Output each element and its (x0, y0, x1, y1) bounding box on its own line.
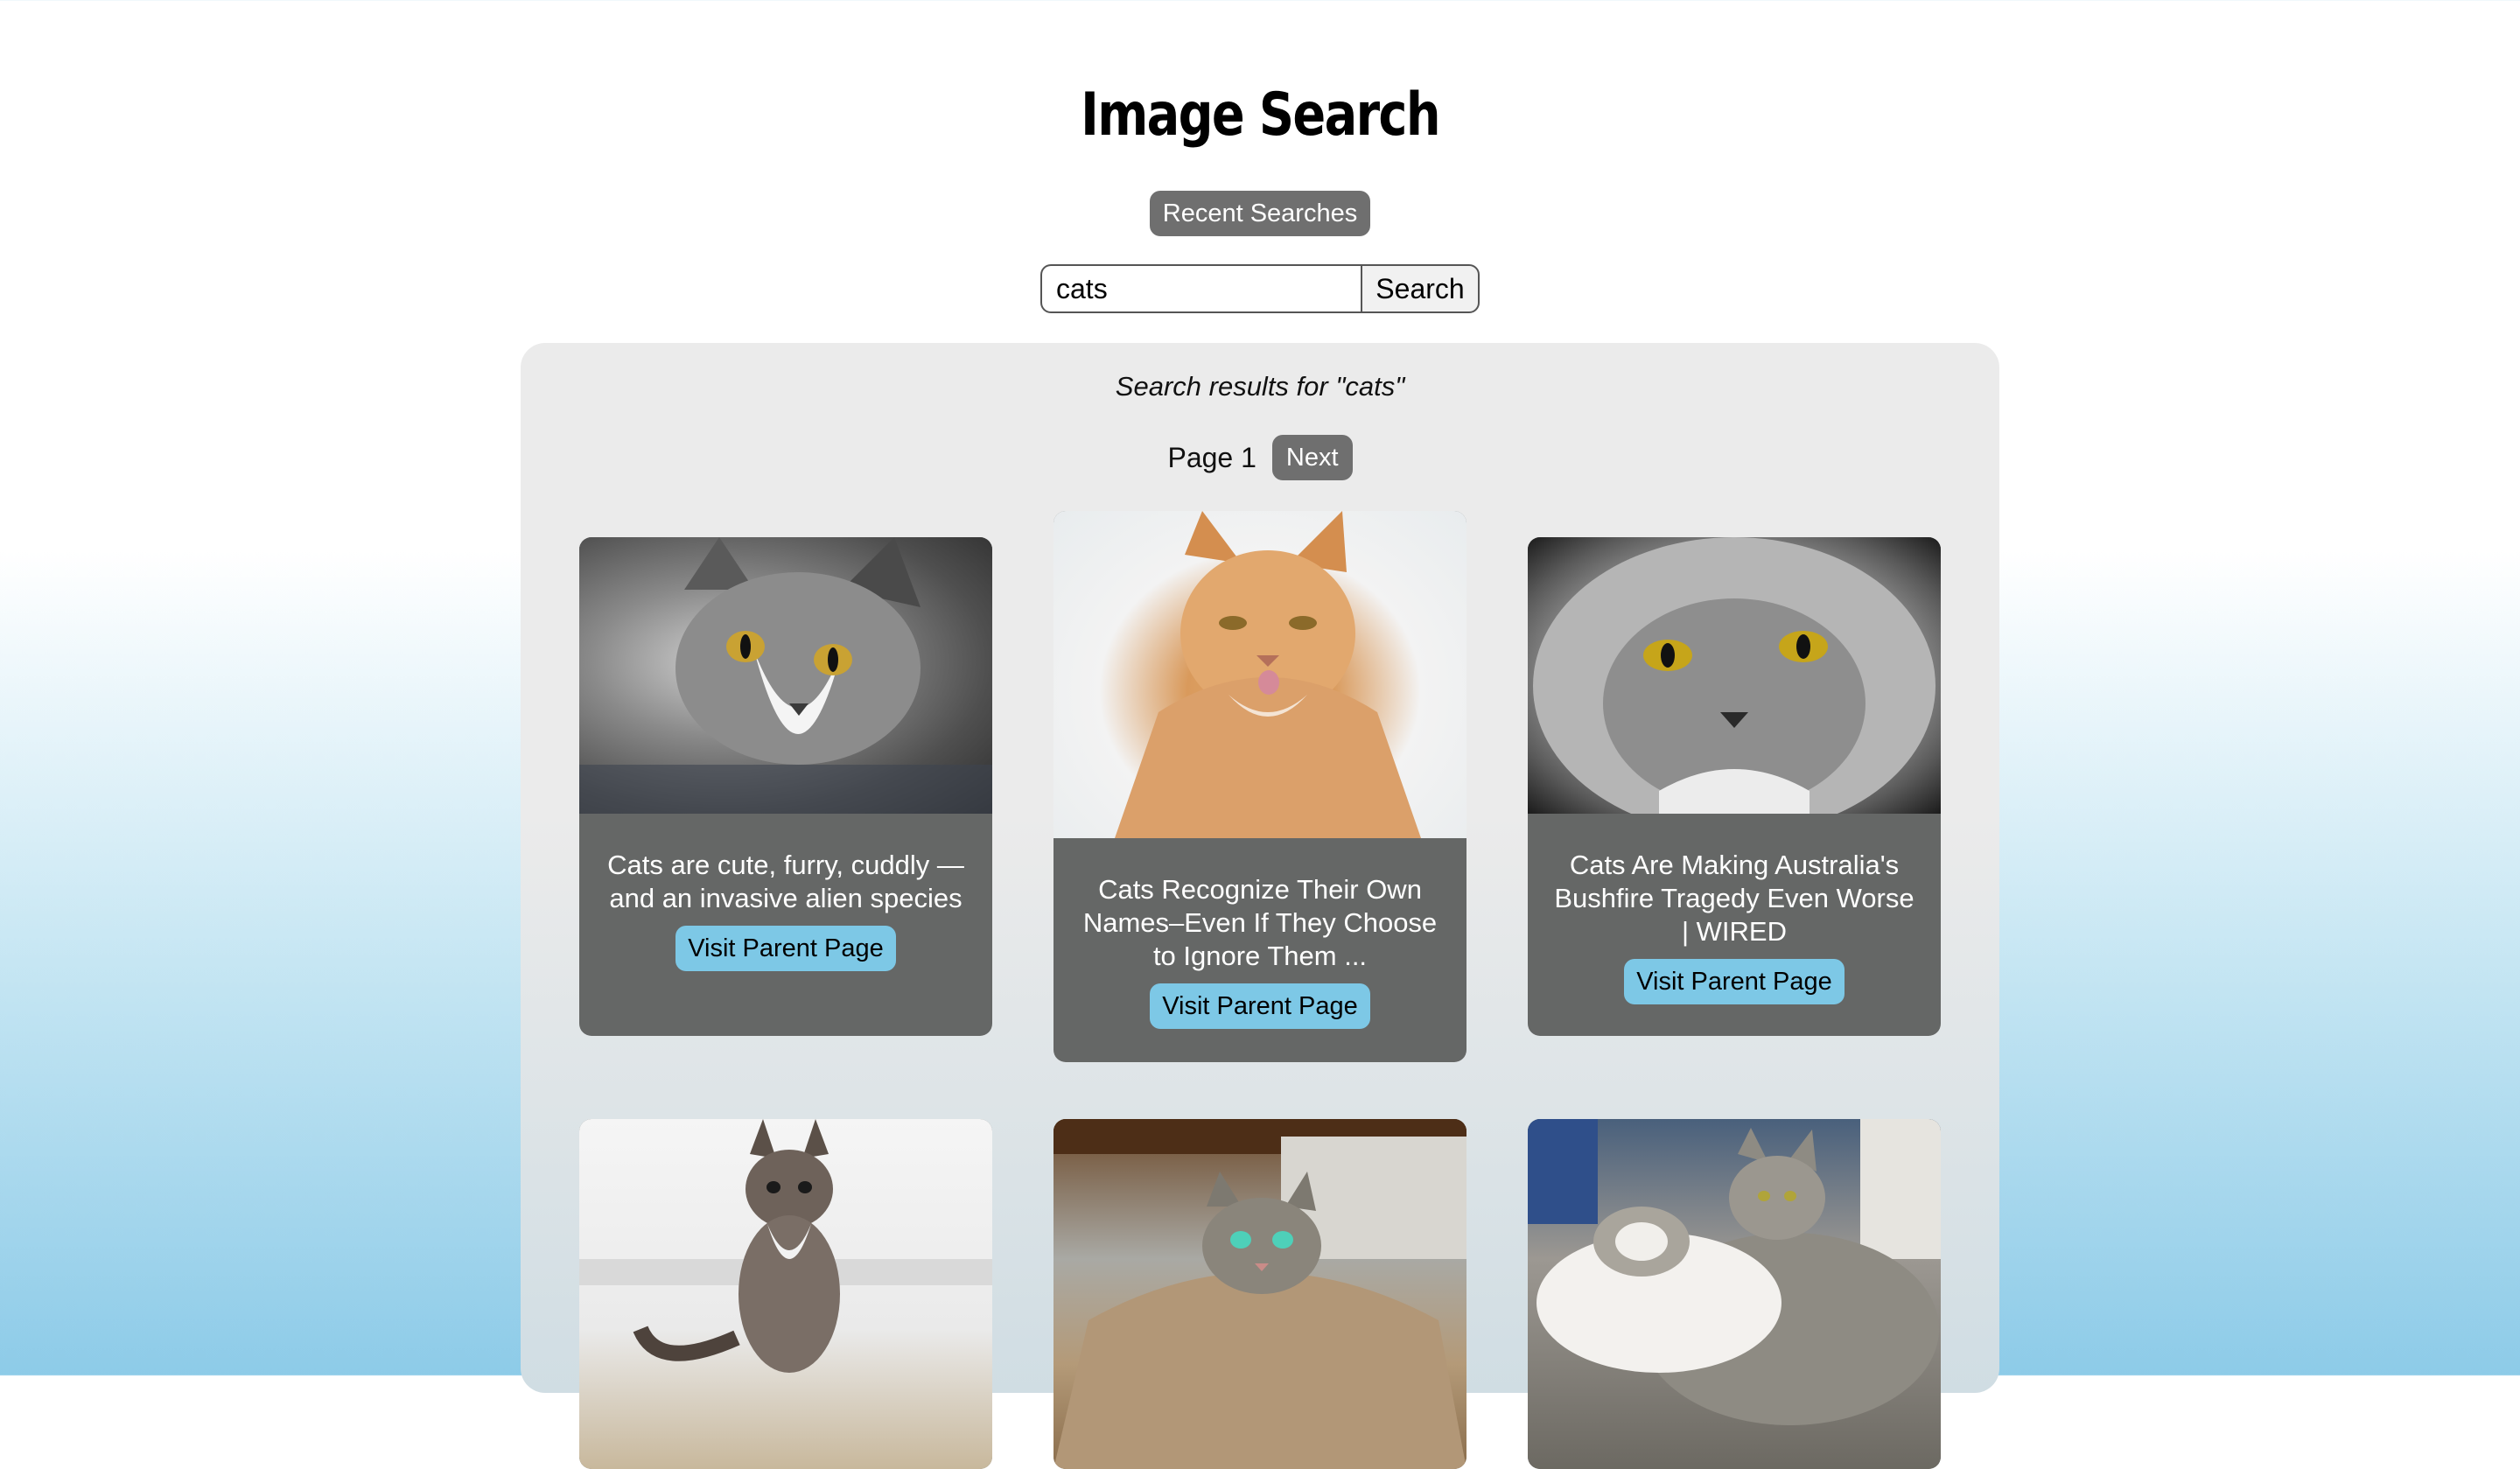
result-image[interactable] (1528, 1119, 1941, 1469)
result-image[interactable] (579, 537, 992, 814)
result-image[interactable] (1054, 511, 1466, 838)
cat-image (1533, 537, 1936, 814)
result-card: Cats are cute, furry, cuddly — and an in… (579, 537, 992, 1036)
visit-parent-page-button[interactable]: Visit Parent Page (676, 926, 896, 971)
result-caption: Cats are cute, furry, cuddly — and an in… (607, 850, 964, 913)
cat-image (579, 537, 992, 814)
result-image[interactable] (579, 1119, 992, 1469)
cat-image (1115, 511, 1421, 838)
cat-image (1528, 1119, 1941, 1425)
result-caption: Cats Are Making Australia's Bushfire Tra… (1554, 850, 1914, 947)
result-image[interactable] (1528, 537, 1941, 814)
recent-searches-button[interactable]: Recent Searches (1150, 191, 1370, 236)
result-card: Cats Recognize Their Own Names–Even If T… (1054, 511, 1466, 1062)
page-title: Image Search (1081, 80, 1440, 150)
pagination: Page 1 Next (0, 435, 2520, 480)
result-image[interactable] (1054, 1119, 1466, 1469)
result-card (1054, 1119, 1466, 1469)
result-caption: Cats Recognize Their Own Names–Even If T… (1082, 874, 1438, 971)
result-card: Cats Are Making Australia's Bushfire Tra… (1528, 537, 1941, 1036)
search-input[interactable] (1040, 264, 1362, 313)
visit-parent-page-button[interactable]: Visit Parent Page (1150, 983, 1370, 1029)
result-card (579, 1119, 992, 1469)
search-button[interactable]: Search (1361, 264, 1480, 313)
cat-image (579, 1119, 992, 1373)
cat-image (1054, 1119, 1466, 1469)
result-card (1528, 1119, 1941, 1469)
next-page-button[interactable]: Next (1271, 435, 1353, 480)
page-label: Page 1 (1167, 441, 1256, 473)
results-heading: Search results for "cats" (1115, 371, 1405, 402)
visit-parent-page-button[interactable]: Visit Parent Page (1624, 959, 1844, 1004)
